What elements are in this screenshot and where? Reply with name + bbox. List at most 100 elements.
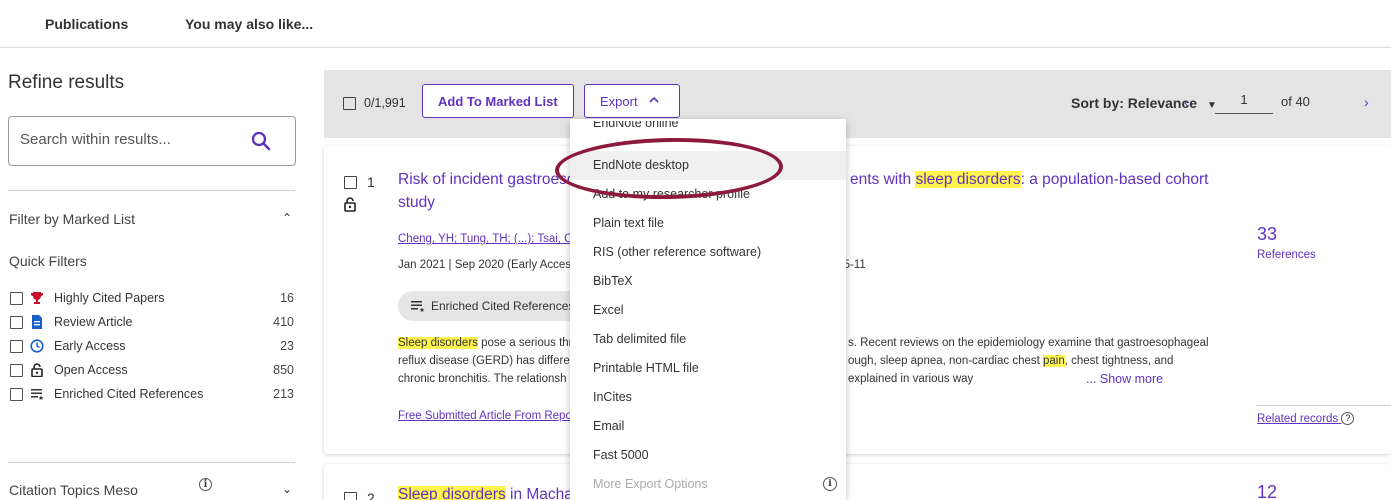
abstract-line: chronic bronchitis. The relationsh — [398, 373, 567, 385]
search-within-input[interactable] — [20, 131, 240, 148]
export-label: Export — [600, 94, 638, 109]
checkbox[interactable] — [10, 388, 23, 401]
free-full-text-link[interactable]: Free Submitted Article From Repo — [398, 410, 572, 422]
title-highlight: sleep disorders — [915, 171, 1021, 188]
refine-results-title: Refine results — [8, 72, 125, 93]
filter-marked-list-label: Filter by Marked List — [9, 211, 136, 227]
citation-topics-label: Citation Topics Meso — [9, 482, 138, 498]
export-endnote-desktop[interactable]: EndNote desktop — [570, 151, 846, 180]
title-highlight: Sleep disorders — [398, 486, 506, 500]
search-within-box — [8, 116, 296, 166]
abstract-highlight: pain — [1043, 355, 1065, 367]
document-icon — [30, 315, 44, 329]
citation-label: References — [1257, 249, 1316, 261]
export-endnote-online[interactable]: EndNote online — [570, 121, 846, 139]
export-excel[interactable]: Excel — [570, 296, 846, 325]
checkbox[interactable] — [10, 316, 23, 329]
abstract-line: Sleep disorders pose a serious thr — [398, 335, 573, 352]
unlock-icon — [343, 197, 357, 215]
enriched-cited-references-button[interactable]: Enriched Cited References — [398, 291, 588, 321]
export-ris[interactable]: RIS (other reference software) — [570, 238, 846, 267]
add-to-marked-list-button[interactable]: Add To Marked List — [422, 84, 574, 118]
export-researcher-profile[interactable]: Add to my researcher profile — [570, 180, 846, 209]
chevron-down-icon: ⌄ — [281, 482, 292, 496]
sort-by-label: Sort by: Relevance — [1071, 95, 1198, 111]
sort-by-dropdown[interactable]: Sort by: Relevance ▼ — [1071, 95, 1217, 111]
related-divider — [1256, 405, 1391, 406]
select-all-checkbox[interactable] — [343, 97, 356, 110]
add-to-marked-list-label: Add To Marked List — [438, 94, 558, 109]
citation-count[interactable]: 12 — [1257, 482, 1277, 500]
quick-filter-count: 213 — [273, 387, 294, 401]
export-fast-5000[interactable]: Fast 5000 — [570, 441, 846, 470]
quick-filter-open-access[interactable]: Open Access 850 — [10, 362, 294, 380]
export-email[interactable]: Email — [570, 412, 846, 441]
info-icon[interactable]: i — [199, 478, 212, 491]
quick-filter-label: Highly Cited Papers — [54, 291, 165, 305]
checkbox[interactable] — [10, 340, 23, 353]
quick-filter-review-article[interactable]: Review Article 410 — [10, 314, 294, 332]
quick-filter-count: 850 — [273, 363, 294, 377]
quick-filter-label: Enriched Cited References — [54, 387, 204, 401]
export-menu: EndNote online EndNote desktop Add to my… — [570, 119, 846, 500]
abstract-text: ough, sleep apnea, non-cardiac chest — [848, 355, 1043, 367]
citation-count[interactable]: 33 — [1257, 224, 1277, 245]
checkbox[interactable] — [10, 364, 23, 377]
export-plain-text[interactable]: Plain text file — [570, 209, 846, 238]
related-records-link[interactable]: Related records ? — [1257, 412, 1355, 425]
quick-filter-highly-cited[interactable]: Highly Cited Papers 16 — [10, 290, 294, 308]
top-nav: Publications You may also like... — [0, 0, 1391, 48]
record-card: 2 Sleep disorders in Machad 12 — [324, 464, 1391, 500]
tab-publications[interactable]: Publications — [45, 16, 128, 32]
related-records-label: Related records — [1257, 413, 1339, 425]
filter-marked-list-toggle[interactable]: Filter by Marked List ⌃ — [9, 211, 296, 227]
quick-filter-label: Early Access — [54, 339, 126, 353]
record-title-line2[interactable]: study — [398, 192, 435, 214]
chevron-up-icon — [649, 93, 659, 110]
record-title[interactable]: Risk of incident gastroeso — [398, 169, 575, 191]
export-more-options: More Export Options i — [570, 470, 846, 499]
record-title[interactable]: Sleep disorders in Machad — [398, 484, 582, 500]
abstract-highlight: Sleep disorders — [398, 337, 478, 349]
record-checkbox[interactable] — [344, 176, 357, 189]
show-more-link[interactable]: ... Show more — [1086, 371, 1163, 388]
quick-filter-early-access[interactable]: Early Access 23 — [10, 338, 294, 356]
next-page-icon[interactable]: › — [1364, 94, 1369, 110]
page-total: of 40 — [1281, 94, 1310, 109]
tab-you-may-also-like[interactable]: You may also like... — [185, 16, 313, 32]
title-text: Risk of incident gastroeso — [398, 171, 576, 188]
quick-filter-count: 23 — [280, 339, 294, 353]
page-number-input[interactable]: 1 — [1215, 92, 1273, 114]
enriched-list-icon — [410, 299, 426, 316]
sidebar-divider — [8, 462, 295, 463]
export-printable-html[interactable]: Printable HTML file — [570, 354, 846, 383]
abstract-line: s. Recent reviews on the epidemiology ex… — [848, 337, 1209, 349]
quick-filter-label: Open Access — [54, 363, 128, 377]
export-bibtex[interactable]: BibTeX — [570, 267, 846, 296]
search-icon[interactable] — [251, 131, 271, 154]
help-icon[interactable]: ? — [1341, 412, 1355, 425]
clock-icon — [30, 339, 44, 353]
checkbox[interactable] — [10, 292, 23, 305]
info-icon[interactable]: i — [823, 477, 837, 491]
record-authors[interactable]: Cheng, YH; Tung, TH; (...); Tsai, CY — [398, 233, 580, 245]
record-dates: Jan 2021 | Sep 2020 (Early Access) — [398, 259, 581, 271]
trophy-icon — [30, 291, 44, 305]
export-tab-delimited[interactable]: Tab delimited file — [570, 325, 846, 354]
record-number: 2 — [367, 490, 375, 500]
export-button[interactable]: Export — [584, 84, 680, 118]
record-checkbox[interactable] — [344, 492, 357, 500]
previous-page-icon[interactable]: ‹ — [1184, 94, 1189, 110]
record-title-continued[interactable]: ents with sleep disorders: a population-… — [850, 169, 1208, 191]
export-incites[interactable]: InCites — [570, 383, 846, 412]
chevron-up-icon: ⌃ — [281, 211, 292, 225]
quick-filter-count: 410 — [273, 315, 294, 329]
record-card: 1 Risk of incident gastroeso ents with s… — [324, 146, 1391, 454]
quick-filters-title: Quick Filters — [9, 253, 87, 269]
abstract-line: ough, sleep apnea, non-cardiac chest pai… — [848, 353, 1173, 370]
quick-filter-enriched-cited[interactable]: Enriched Cited References 213 — [10, 386, 294, 404]
title-text: : a population-based cohort — [1020, 171, 1209, 188]
title-text: ents with — [850, 171, 916, 188]
enriched-label: Enriched Cited References — [431, 299, 575, 313]
citation-topics-toggle[interactable]: Citation Topics Meso i ⌄ — [9, 478, 296, 498]
